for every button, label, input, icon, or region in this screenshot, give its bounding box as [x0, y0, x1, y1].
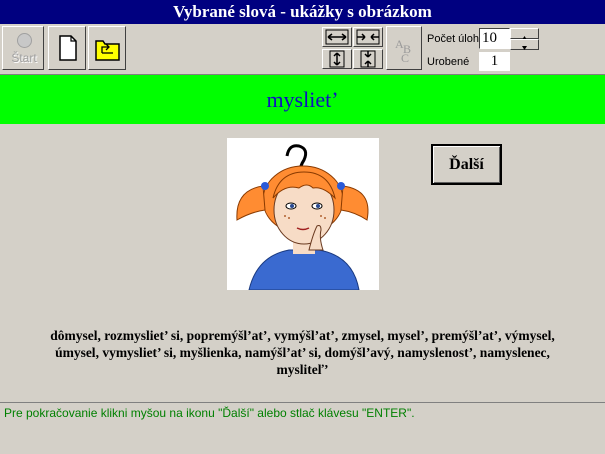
svg-text:C: C [401, 51, 409, 65]
spell-check-button[interactable]: A B C [386, 26, 422, 70]
next-button[interactable]: Ďalší [431, 144, 502, 185]
status-message: Pre pokračovanie klikni myšou na ikonu "… [0, 402, 605, 454]
shrink-vertical-icon [360, 50, 376, 68]
start-icon [17, 33, 32, 48]
task-count-up[interactable] [510, 28, 539, 40]
open-folder-icon [95, 40, 120, 61]
task-count-label: Počet úloh [427, 33, 479, 45]
window-title: Vybrané slová - ukážky s obrázkom [0, 0, 605, 24]
new-button[interactable] [48, 26, 86, 70]
task-count-down[interactable] [510, 39, 539, 50]
toolbar: Štart A B C Počet úloh 10 Urobené 1 [0, 24, 605, 75]
shrink-horizontal-icon [356, 29, 380, 45]
widen-button[interactable] [322, 27, 352, 47]
expand-horizontal-icon [325, 29, 349, 45]
start-button[interactable]: Štart [2, 26, 44, 70]
spell-abc-icon: A B C [395, 37, 411, 65]
related-words: dômysel, rozmysliet’ si, popremýšl’at’, … [50, 328, 555, 377]
expand-vertical-icon [329, 50, 345, 68]
start-label: Štart [11, 51, 37, 65]
open-button[interactable] [88, 26, 126, 70]
shorter-button[interactable] [353, 49, 383, 69]
new-document-icon [59, 35, 77, 61]
done-label: Urobené [427, 56, 470, 68]
current-word: mysliet’ [0, 75, 605, 124]
taller-button[interactable] [322, 49, 352, 69]
task-count-input[interactable]: 10 [479, 28, 510, 49]
thinking-girl-picture [227, 138, 379, 291]
done-value: 1 [479, 52, 510, 71]
arrow-down-icon [522, 46, 527, 50]
narrow-button[interactable] [353, 27, 383, 47]
